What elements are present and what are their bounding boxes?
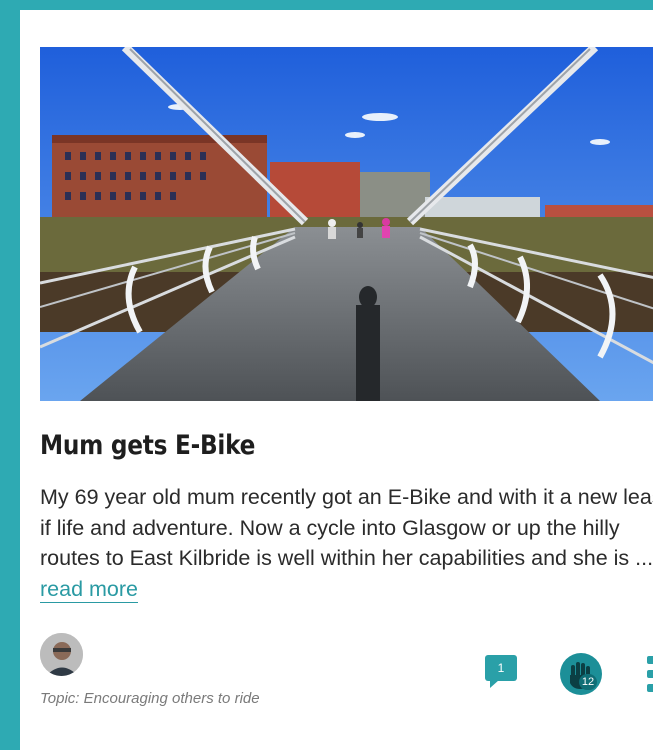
- wave-button[interactable]: 12: [560, 653, 602, 695]
- excerpt-text: My 69 year old mum recently got an E-Bik…: [40, 485, 653, 570]
- post-excerpt: My 69 year old mum recently got an E-Bik…: [40, 482, 653, 604]
- comment-count: 1: [497, 661, 505, 675]
- comments-button[interactable]: 1: [485, 655, 517, 689]
- post-image[interactable]: [40, 47, 653, 401]
- post-topic[interactable]: Topic: Encouraging others to ride: [40, 690, 260, 707]
- more-vertical-icon[interactable]: [647, 656, 653, 692]
- post-card: Mum gets E-Bike My 69 year old mum recen…: [20, 10, 653, 750]
- speech-bubble-icon: 1: [485, 655, 517, 681]
- wave-count: 12: [579, 674, 597, 690]
- post-title[interactable]: Mum gets E-Bike: [40, 430, 255, 461]
- read-more-link[interactable]: read more: [40, 576, 138, 603]
- speech-bubble-tail: [490, 680, 499, 688]
- author-avatar[interactable]: [40, 633, 83, 676]
- waving-hand-icon: [570, 662, 591, 689]
